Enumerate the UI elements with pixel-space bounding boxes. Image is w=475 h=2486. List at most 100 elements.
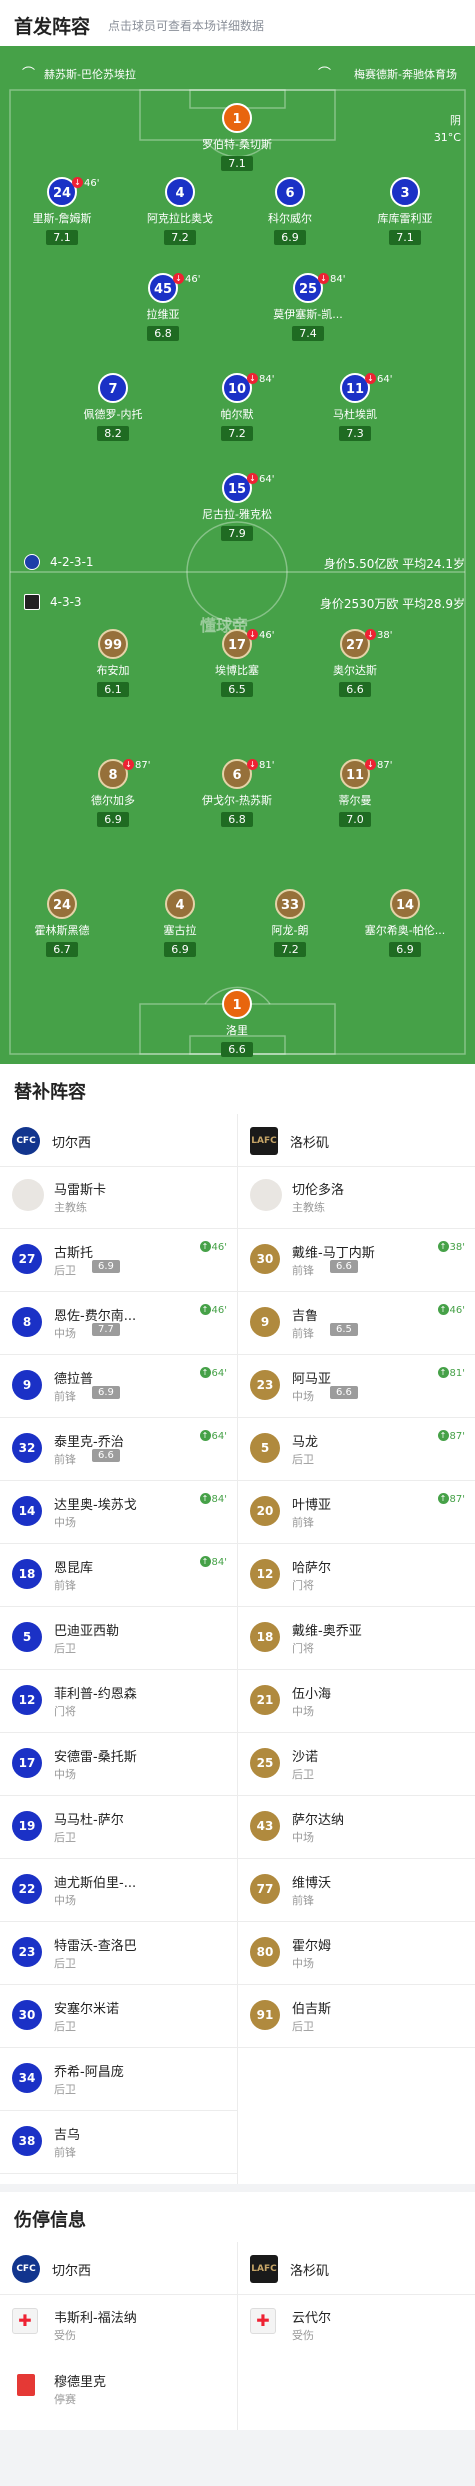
home-player-2[interactable]: 4 阿克拉比奥戈 7.2 — [125, 177, 235, 245]
away-player-0[interactable]: 99 布安加 6.1 — [58, 629, 168, 697]
sub-row[interactable]: 14 达里奥-埃苏戈 中场 ↑ 84' — [0, 1481, 237, 1543]
sub-row[interactable]: 21 伍小海 中场 — [238, 1670, 475, 1732]
sub-row[interactable]: 38 吉乌 前锋 — [0, 2111, 237, 2173]
away-player-9[interactable]: 14 塞尔希奥-帕伦... 6.9 — [350, 889, 460, 957]
player-name: 云代尔 — [292, 2311, 332, 2326]
home-player-6[interactable]: 25 ↓ 84' 莫伊塞斯-凯... 7.4 — [253, 273, 363, 341]
sub-row[interactable]: 32 泰里克-乔治 前锋 6.6 ↑ 64' — [0, 1418, 237, 1480]
away-player-8[interactable]: 33 阿龙-朗 7.2 — [235, 889, 345, 957]
home-player-5[interactable]: 45 ↓ 46' 拉维亚 6.8 — [108, 273, 218, 341]
sub-row[interactable]: 22 迪尤斯伯里-... 中场 — [0, 1859, 237, 1921]
player-name: 吉鲁 — [292, 1309, 319, 1324]
player-name: 沙诺 — [292, 1750, 319, 1765]
player-name: 维博沃 — [292, 1876, 332, 1891]
home-player-8[interactable]: 10 ↓ 84' 帕尔默 7.2 — [182, 373, 292, 441]
player-number: 33 — [275, 889, 305, 919]
sub-out-icon: ↓ — [365, 629, 376, 640]
away-player-4[interactable]: 6 ↓ 81' 伊戈尔-热苏斯 6.8 — [182, 759, 292, 827]
away-player-3[interactable]: 8 ↓ 87' 德尔加多 6.9 — [58, 759, 168, 827]
home-team-header[interactable]: CFC 切尔西 — [0, 1114, 237, 1166]
sub-row[interactable]: 12 哈萨尔 门将 — [238, 1544, 475, 1606]
sub-out-time: ↓ 64' — [365, 373, 392, 385]
chelsea-logo-icon: CFC — [12, 1127, 40, 1155]
sub-row[interactable]: 30 戴维-马丁内斯 前锋 6.6 ↑ 38' — [238, 1229, 475, 1291]
injury-row[interactable]: ✚ 云代尔 受伤 — [238, 2294, 475, 2356]
away-player-10[interactable]: 1 洛里 6.6 — [182, 989, 292, 1057]
injury-row[interactable]: ✚ 韦斯利-福法纳 受伤 — [0, 2294, 237, 2356]
player-position: 后卫 — [292, 1768, 314, 1781]
away-player-6[interactable]: 24 霍林斯黑德 6.7 — [7, 889, 117, 957]
away-player-7[interactable]: 4 塞古拉 6.9 — [125, 889, 235, 957]
sub-row[interactable]: 5 巴迪亚西勒 后卫 — [0, 1607, 237, 1669]
injury-row[interactable]: 穆德里克 停赛 — [0, 2358, 237, 2420]
sub-in-time: ↑ 87' — [437, 1430, 465, 1442]
sub-row[interactable]: 27 古斯托 后卫 6.9 ↑ 46' — [0, 1229, 237, 1291]
player-name: 阿克拉比奥戈 — [147, 212, 213, 225]
player-name: 布安加 — [96, 664, 130, 677]
player-rating: 6.9 — [92, 1260, 120, 1273]
sub-row[interactable]: 18 戴维-奥乔亚 门将 — [238, 1607, 475, 1669]
home-player-0[interactable]: 1 罗伯特-桑切斯 7.1 — [182, 103, 292, 171]
coach-row[interactable]: 马雷斯卡 主教练 — [0, 1166, 237, 1228]
home-player-10[interactable]: 15 ↓ 64' 尼古拉-雅克松 7.9 — [182, 473, 292, 541]
sub-row[interactable]: 5 马龙 后卫 ↑ 87' — [238, 1418, 475, 1480]
stadium-icon-away: ⌒ — [318, 67, 332, 82]
home-player-9[interactable]: 11 ↓ 64' 马杜埃凯 7.3 — [300, 373, 410, 441]
sub-row[interactable]: 23 特雷沃-查洛巴 后卫 — [0, 1922, 237, 1984]
home-player-1[interactable]: 24 ↓ 46' 里斯-詹姆斯 7.1 — [7, 177, 117, 245]
chelsea-logo-icon — [24, 554, 40, 570]
away-player-5[interactable]: 11 ↓ 87' 蒂尔曼 7.0 — [300, 759, 410, 827]
player-number: 99 — [98, 629, 128, 659]
player-number: 8 — [12, 1307, 42, 1337]
home-player-4[interactable]: 3 库库雷利亚 7.1 — [350, 177, 460, 245]
player-number: 32 — [12, 1433, 42, 1463]
player-name: 霍林斯黑德 — [34, 924, 90, 937]
player-rating: 7.4 — [292, 326, 324, 341]
home-team-header[interactable]: CFC 切尔西 — [0, 2242, 237, 2294]
sub-row[interactable]: 30 安塞尔米诺 后卫 — [0, 1985, 237, 2047]
sub-row[interactable]: 34 乔希-阿昌庞 后卫 — [0, 2048, 237, 2110]
coach-row[interactable]: 切伦多洛 主教练 — [238, 1166, 475, 1228]
injury-status: 受伤 — [54, 2329, 76, 2342]
player-number: 14 — [390, 889, 420, 919]
sub-row[interactable]: 25 沙诺 后卫 — [238, 1733, 475, 1795]
sub-row[interactable]: 77 维博沃 前锋 — [238, 1859, 475, 1921]
home-player-7[interactable]: 7 佩德罗-内托 8.2 — [58, 373, 168, 441]
player-position: 后卫 — [54, 1264, 76, 1277]
sub-row[interactable]: 91 伯吉斯 后卫 — [238, 1985, 475, 2047]
away-player-2[interactable]: 27 ↓ 38' 奥尔达斯 6.6 — [300, 629, 410, 697]
sub-row[interactable]: 12 菲利普-约恩森 门将 — [0, 1670, 237, 1732]
player-rating: 7.2 — [274, 942, 306, 957]
player-number: 24 — [47, 889, 77, 919]
sub-row[interactable]: 9 吉鲁 前锋 6.5 ↑ 46' — [238, 1292, 475, 1354]
sub-out-time: ↓ 46' — [247, 629, 274, 641]
player-rating: 6.1 — [97, 682, 129, 697]
away-team-header[interactable]: LAFC 洛杉矶 — [238, 2242, 475, 2294]
sub-row[interactable]: 23 阿马亚 中场 6.6 ↑ 81' — [238, 1355, 475, 1417]
player-rating: 6.7 — [46, 942, 78, 957]
player-number: 77 — [250, 1874, 280, 1904]
sub-row[interactable]: 43 萨尔达纳 中场 — [238, 1796, 475, 1858]
sub-out-icon: ↓ — [247, 759, 258, 770]
sub-row[interactable]: 8 恩佐-费尔南... 中场 7.7 ↑ 46' — [0, 1292, 237, 1354]
home-player-3[interactable]: 6 科尔威尔 6.9 — [235, 177, 345, 245]
player-name: 马马杜-萨尔 — [54, 1813, 124, 1828]
player-name: 韦斯利-福法纳 — [54, 2311, 137, 2326]
sub-row[interactable]: 20 叶博亚 前锋 ↑ 87' — [238, 1481, 475, 1543]
player-rating: 7.9 — [221, 526, 253, 541]
sub-row[interactable]: 17 安德雷-桑托斯 中场 — [0, 1733, 237, 1795]
sub-in-time: ↑ 46' — [199, 1241, 227, 1253]
sub-row[interactable]: 18 恩昆库 前锋 ↑ 84' — [0, 1544, 237, 1606]
weather-condition: 阴 — [450, 114, 461, 127]
player-rating: 6.9 — [164, 942, 196, 957]
sub-row[interactable]: 19 马马杜-萨尔 后卫 — [0, 1796, 237, 1858]
sub-row[interactable]: 9 德拉普 前锋 6.9 ↑ 64' — [0, 1355, 237, 1417]
player-name: 奥尔达斯 — [333, 664, 377, 677]
sub-out-icon: ↓ — [365, 373, 376, 384]
sub-row[interactable]: 80 霍尔姆 中场 — [238, 1922, 475, 1984]
weather: 阴 31°C — [421, 112, 461, 146]
away-team-header[interactable]: LAFC 洛杉矶 — [238, 1114, 475, 1166]
player-name: 科尔威尔 — [268, 212, 312, 225]
player-number: 23 — [250, 1370, 280, 1400]
away-player-1[interactable]: 17 ↓ 46' 埃博比塞 6.5 — [182, 629, 292, 697]
